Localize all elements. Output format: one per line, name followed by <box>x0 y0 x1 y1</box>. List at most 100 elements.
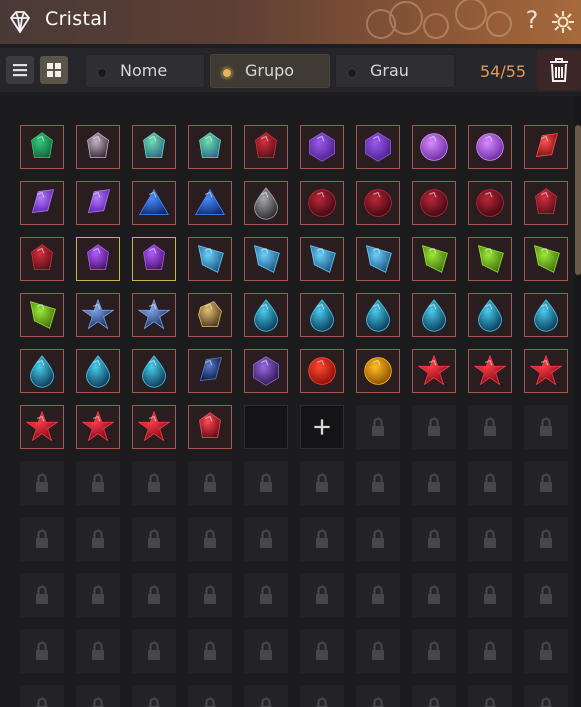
crystal-slot[interactable] <box>468 349 512 393</box>
red-star-crystal-icon <box>137 410 171 442</box>
crystal-slot[interactable] <box>524 125 568 169</box>
crystal-slot[interactable] <box>20 405 64 449</box>
navy-shards-crystal-icon <box>199 357 222 381</box>
crystal-slot[interactable] <box>188 405 232 449</box>
red-star-crystal-icon <box>81 410 115 442</box>
amethyst-round-crystal-icon <box>476 133 504 161</box>
crystal-slot[interactable] <box>76 349 120 393</box>
crystal-slot[interactable] <box>188 237 232 281</box>
lock-icon <box>540 473 552 492</box>
window-title: Cristal <box>45 8 108 30</box>
crystal-slot[interactable] <box>300 237 344 281</box>
lock-icon <box>260 585 272 604</box>
locked-slot <box>300 461 344 505</box>
locked-slot <box>188 461 232 505</box>
crystal-slot[interactable] <box>356 349 400 393</box>
crystal-slot[interactable] <box>300 349 344 393</box>
lock-icon <box>36 529 48 548</box>
lock-icon <box>484 529 496 548</box>
crystal-slot[interactable] <box>132 349 176 393</box>
locked-slot <box>356 461 400 505</box>
sort-by-group[interactable]: Grupo <box>210 54 330 88</box>
sort-by-grade[interactable]: Grau <box>335 54 455 88</box>
crystal-slot[interactable] <box>468 237 512 281</box>
crystal-slot[interactable] <box>412 237 456 281</box>
violet-shard-crystal-icon <box>31 189 54 213</box>
crystal-slot[interactable] <box>524 349 568 393</box>
crystal-slot[interactable] <box>132 405 176 449</box>
crystal-slot[interactable] <box>132 181 176 225</box>
locked-slot <box>412 405 456 449</box>
crystal-slot[interactable] <box>188 125 232 169</box>
add-slot-button[interactable] <box>300 405 344 449</box>
list-view-button[interactable] <box>6 56 34 84</box>
crystal-slot[interactable] <box>524 237 568 281</box>
crystal-slot[interactable] <box>244 293 288 337</box>
crystal-slot[interactable] <box>300 181 344 225</box>
grid-view-button[interactable] <box>40 56 68 84</box>
lock-icon <box>484 641 496 660</box>
crystal-slot[interactable] <box>76 405 120 449</box>
grid-view-icon <box>47 63 61 77</box>
crystal-slot[interactable] <box>412 125 456 169</box>
crystal-slot[interactable] <box>20 349 64 393</box>
crystal-slot[interactable] <box>132 293 176 337</box>
teal-blue-crystal-crystal-icon <box>143 132 165 158</box>
red-dark-gem-crystal-icon <box>535 188 557 214</box>
purple-gem-crystal-icon <box>87 244 109 270</box>
locked-slot <box>244 629 288 673</box>
crystal-slot[interactable] <box>132 125 176 169</box>
crystal-slot[interactable] <box>76 293 120 337</box>
ruby-red-crystal-icon <box>199 412 221 438</box>
sort-by-name[interactable]: Nome <box>85 54 205 88</box>
crystal-slot[interactable] <box>188 181 232 225</box>
crystal-slot[interactable] <box>300 293 344 337</box>
crystal-slot[interactable] <box>244 237 288 281</box>
lock-icon <box>484 417 496 436</box>
crystal-slot[interactable] <box>244 349 288 393</box>
crystal-slot[interactable] <box>20 237 64 281</box>
crystal-slot[interactable] <box>412 181 456 225</box>
crystal-slot[interactable] <box>468 181 512 225</box>
crystal-slot[interactable] <box>356 125 400 169</box>
lock-icon <box>316 641 328 660</box>
crystal-slot[interactable] <box>76 237 120 281</box>
crystal-slot[interactable] <box>300 125 344 169</box>
crystal-slot[interactable] <box>356 181 400 225</box>
crystal-slot[interactable] <box>524 181 568 225</box>
lock-icon <box>428 417 440 436</box>
scrollbar-thumb[interactable] <box>575 125 581 275</box>
locked-slot <box>20 461 64 505</box>
crystal-slot[interactable] <box>20 125 64 169</box>
lock-icon <box>372 473 384 492</box>
crystal-slot[interactable] <box>188 349 232 393</box>
crystal-slot[interactable] <box>76 181 120 225</box>
lock-icon <box>316 473 328 492</box>
crystal-slot[interactable] <box>244 181 288 225</box>
locked-slot <box>524 517 568 561</box>
lock-icon <box>540 585 552 604</box>
crystal-slot[interactable] <box>524 293 568 337</box>
crystal-slot[interactable] <box>468 125 512 169</box>
crystal-slot[interactable] <box>412 349 456 393</box>
help-button[interactable]: ? <box>520 6 544 34</box>
lock-icon <box>372 529 384 548</box>
empty-slot[interactable] <box>244 405 288 449</box>
locked-slot <box>132 573 176 617</box>
crystal-slot[interactable] <box>412 293 456 337</box>
inventory-grid <box>0 96 575 707</box>
crystal-slot[interactable] <box>188 293 232 337</box>
crystal-slot[interactable] <box>468 293 512 337</box>
red-orb-crystal-icon <box>308 357 336 385</box>
delete-button[interactable] <box>537 50 581 90</box>
crystal-slot[interactable] <box>20 181 64 225</box>
crystal-slot[interactable] <box>20 293 64 337</box>
crystal-slot[interactable] <box>356 237 400 281</box>
crystal-slot[interactable] <box>356 293 400 337</box>
crystal-slot[interactable] <box>244 125 288 169</box>
red-star-crystal-icon <box>529 354 563 386</box>
crystal-slot[interactable] <box>132 237 176 281</box>
crystal-slot[interactable] <box>76 125 120 169</box>
lock-icon <box>204 473 216 492</box>
gear-icon[interactable] <box>550 9 576 35</box>
